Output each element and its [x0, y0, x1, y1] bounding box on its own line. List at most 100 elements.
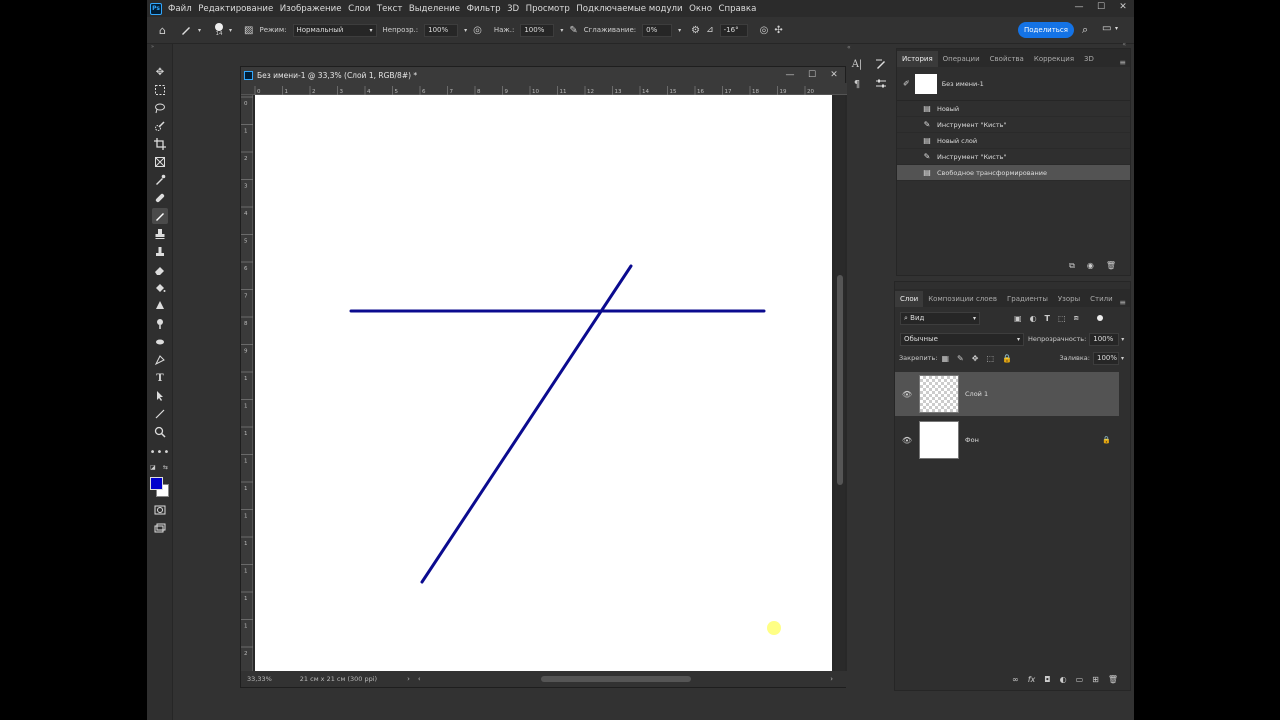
lock-transparent-icon[interactable]: ▦	[941, 354, 949, 363]
lock-artboard-icon[interactable]: ⬚	[986, 354, 994, 363]
flow-field[interactable]: 100%	[520, 23, 555, 37]
layer-opacity-field[interactable]: 100%	[1089, 332, 1120, 346]
paragraph-panel-icon[interactable]: ¶	[847, 74, 867, 94]
doc-maximize-button[interactable]: ☐	[801, 67, 823, 83]
history-item[interactable]: ✎ Инструмент "Кисть"	[897, 149, 1130, 165]
swap-colors-icon[interactable]: ⇆	[163, 464, 168, 471]
vertical-scrollbar-thumb[interactable]	[837, 275, 843, 485]
lock-image-icon[interactable]: ✎	[957, 354, 964, 363]
chevron-down-icon[interactable]: ▾	[1121, 355, 1124, 362]
menu-image[interactable]: Изображение	[280, 4, 342, 14]
default-colors-icon[interactable]: ◪	[150, 464, 156, 471]
menu-help[interactable]: Справка	[718, 4, 756, 14]
character-panel-icon[interactable]: A|	[847, 54, 867, 74]
tab-adjustments[interactable]: Коррекция	[1029, 51, 1079, 67]
menu-layers[interactable]: Слои	[348, 4, 370, 14]
lock-position-icon[interactable]: ✥	[972, 354, 979, 363]
menu-window[interactable]: Окно	[689, 4, 712, 14]
chevron-down-icon[interactable]: ▾	[678, 27, 681, 34]
tab-gradients[interactable]: Градиенты	[1002, 291, 1053, 307]
canvas-area[interactable]	[253, 95, 847, 671]
brush-settings-icon[interactable]: ▨	[244, 25, 253, 36]
history-item[interactable]: ▤ Новый слой	[897, 133, 1130, 149]
quick-mask-icon[interactable]	[152, 502, 168, 518]
trash-icon[interactable]: 🗑	[1108, 675, 1118, 684]
menu-type[interactable]: Текст	[377, 4, 402, 14]
new-document-from-state-icon[interactable]: ⧉	[1069, 261, 1075, 271]
lock-all-icon[interactable]: 🔒	[1002, 354, 1012, 363]
chevron-right-icon[interactable]: ›	[407, 675, 410, 683]
path-tool-icon[interactable]	[152, 352, 168, 368]
pressure-size-icon[interactable]: ◎	[760, 25, 769, 36]
history-brush-tool-icon[interactable]	[152, 244, 168, 260]
smoothing-field[interactable]: 0%	[642, 23, 673, 37]
history-snapshot[interactable]: ✐ Без имени-1	[897, 67, 1130, 101]
fill-field[interactable]: 100%	[1092, 351, 1119, 365]
filter-smart-object-icon[interactable]: ⧈	[1074, 313, 1079, 323]
blur-tool-icon[interactable]	[152, 298, 168, 314]
minimize-button[interactable]: —	[1068, 0, 1090, 17]
brush-settings-panel-icon[interactable]	[871, 54, 891, 74]
tab-styles[interactable]: Стили	[1085, 291, 1118, 307]
close-button[interactable]: ✕	[1112, 0, 1134, 17]
doc-close-button[interactable]: ✕	[823, 67, 845, 83]
menu-plugins[interactable]: Подключаемые модули	[576, 4, 682, 14]
doc-minimize-button[interactable]: —	[779, 67, 801, 83]
move-tool-icon[interactable]: ✥	[152, 64, 168, 80]
airbrush-icon[interactable]: ✎	[569, 25, 577, 36]
history-brush-source-icon[interactable]: ✐	[903, 79, 910, 88]
symmetry-icon[interactable]: ✣	[774, 25, 782, 36]
layer-row-selected[interactable]: 👁 Слой 1	[895, 372, 1119, 416]
foreground-color-swatch[interactable]	[150, 477, 163, 490]
eye-icon[interactable]: 👁	[899, 436, 915, 445]
scroll-left-icon[interactable]: ‹	[418, 675, 421, 683]
brush-tool-icon[interactable]	[152, 208, 168, 224]
filter-type-icon[interactable]: T	[1045, 314, 1050, 323]
eye-icon[interactable]: 👁	[899, 390, 915, 399]
ruler-vertical[interactable]: 0 1 2 3 4 5 6 7 8 9 1 1 1 1 1 1 1 1 1 1 2	[241, 95, 253, 671]
pen-tool-icon[interactable]	[152, 334, 168, 350]
filter-pixel-icon[interactable]: ▣	[1014, 314, 1022, 323]
workspace-icon[interactable]: ▭	[1102, 23, 1111, 34]
collapse-icon[interactable]: »	[151, 44, 154, 50]
pressure-opacity-icon[interactable]: ◎	[473, 25, 482, 36]
camera-icon[interactable]: ◉	[1087, 261, 1094, 271]
zoom-tool-icon[interactable]	[152, 424, 168, 440]
history-item-selected[interactable]: ▤ Свободное трансформирование	[897, 165, 1130, 181]
link-layers-icon[interactable]: ∞	[1012, 675, 1019, 684]
frame-tool-icon[interactable]	[152, 154, 168, 170]
menu-select[interactable]: Выделение	[409, 4, 460, 14]
lasso-tool-icon[interactable]	[152, 100, 168, 116]
filter-toggle[interactable]	[1096, 315, 1103, 321]
dodge-tool-icon[interactable]	[152, 316, 168, 332]
chevron-down-icon[interactable]: ▾	[464, 27, 467, 34]
tab-actions[interactable]: Операции	[938, 51, 985, 67]
path-selection-tool-icon[interactable]	[152, 388, 168, 404]
adjust-panel-icon[interactable]	[871, 74, 891, 94]
search-icon[interactable]: ⌕	[1082, 23, 1088, 37]
mode-select[interactable]: Нормальный ▾	[292, 23, 377, 37]
tab-3d[interactable]: 3D	[1079, 51, 1099, 67]
chevron-down-icon[interactable]: ▾	[1115, 25, 1118, 32]
canvas[interactable]	[255, 95, 832, 671]
document-tab[interactable]: Без имени-1 @ 33,3% (Слой 1, RGB/8#) * —…	[241, 67, 845, 83]
tab-layer-comps[interactable]: Композиции слоев	[923, 291, 1002, 307]
eraser-tool-icon[interactable]	[152, 262, 168, 278]
gear-icon[interactable]: ⚙	[691, 25, 700, 36]
blend-mode-select[interactable]: Обычные ▾	[900, 332, 1024, 346]
tab-history[interactable]: История	[897, 51, 938, 67]
brush-preset-picker[interactable]: 14	[215, 23, 223, 37]
history-item[interactable]: ✎ Инструмент "Кисть"	[897, 117, 1130, 133]
home-icon[interactable]: ⌂	[159, 24, 166, 37]
maximize-button[interactable]: ☐	[1090, 0, 1112, 17]
clone-stamp-tool-icon[interactable]	[152, 226, 168, 242]
brush-tool-icon[interactable]	[180, 24, 192, 36]
adjustment-layer-icon[interactable]: ◐	[1060, 675, 1067, 684]
tab-layers[interactable]: Слои	[895, 291, 924, 307]
new-layer-icon[interactable]: ⊞	[1092, 675, 1099, 684]
marquee-tool-icon[interactable]	[152, 82, 168, 98]
line-tool-icon[interactable]	[152, 406, 168, 422]
menu-file[interactable]: Файл	[168, 4, 192, 14]
panel-menu-icon[interactable]: ≡	[1119, 58, 1126, 67]
menu-3d[interactable]: 3D	[507, 4, 519, 14]
